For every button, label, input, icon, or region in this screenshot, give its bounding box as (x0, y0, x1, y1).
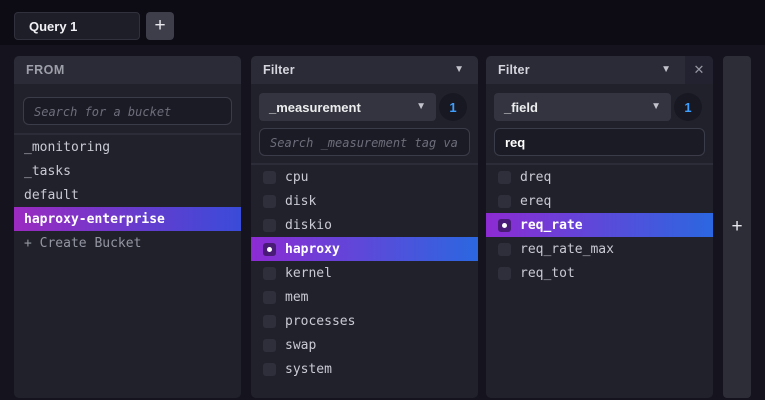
tab-query-1-label: Query 1 (29, 19, 77, 34)
chevron-down-icon: ▼ (651, 102, 661, 112)
add-filter-button[interactable]: + (723, 56, 751, 398)
field-filter-header[interactable]: Filter ▼ ✕ (486, 56, 713, 84)
tag-value-list-item[interactable]: mem (251, 285, 478, 309)
from-panel-title: FROM (26, 63, 65, 77)
measurement-filter-title: Filter (263, 63, 295, 77)
remove-filter-button[interactable]: ✕ (685, 56, 713, 84)
tag-value-list-item[interactable]: ereq (486, 189, 713, 213)
measurement-filter-header[interactable]: Filter ▼ (251, 56, 478, 84)
checkbox-icon[interactable] (498, 195, 511, 208)
create-bucket-button[interactable]: + Create Bucket (14, 231, 241, 255)
tag-value-list-item[interactable]: swap (251, 333, 478, 357)
selected-count-badge: 1 (439, 93, 467, 121)
tag-value-list-item[interactable]: system (251, 357, 478, 381)
checkbox-icon[interactable] (263, 339, 276, 352)
measurement-filter-panel: Filter ▼ _measurement ▼ 1 cpu disk diskio h… (251, 56, 478, 398)
bucket-list-item[interactable]: default (14, 183, 241, 207)
bucket-list-item[interactable]: _tasks (14, 159, 241, 183)
bucket-list-item[interactable]: haproxy-enterprise (14, 207, 241, 231)
tag-key-dropdown[interactable]: _field ▼ (494, 93, 671, 121)
bucket-list-item[interactable]: _monitoring (14, 135, 241, 159)
chevron-down-icon: ▼ (416, 102, 426, 112)
checkbox-icon[interactable] (498, 171, 511, 184)
tag-value-label: disk (285, 194, 316, 209)
tag-value-label: swap (285, 338, 316, 353)
tab-query-1[interactable]: Query 1 (14, 12, 140, 40)
tag-value-list-item[interactable]: disk (251, 189, 478, 213)
checkbox-icon[interactable] (263, 195, 276, 208)
tag-value-list-item[interactable]: kernel (251, 261, 478, 285)
checkbox-icon[interactable] (263, 315, 276, 328)
tag-key-dropdown[interactable]: _measurement ▼ (259, 93, 436, 121)
bucket-search-input[interactable] (23, 97, 232, 125)
checkbox-icon[interactable] (498, 219, 511, 232)
tag-value-list-item[interactable]: processes (251, 309, 478, 333)
tag-value-label: req_tot (520, 266, 575, 281)
checkbox-icon[interactable] (498, 267, 511, 280)
tag-value-label: system (285, 362, 332, 377)
from-panel-header: FROM (14, 56, 241, 84)
bucket-list: _monitoring_tasksdefaulthaproxy-enterpri… (14, 135, 241, 398)
tag-value-label: diskio (285, 218, 332, 233)
tag-value-list-item[interactable]: haproxy (251, 237, 478, 261)
field-search-input[interactable] (494, 128, 705, 156)
checkbox-icon[interactable] (263, 291, 276, 304)
tag-value-label: req_rate (520, 218, 583, 233)
tag-key-dropdown-value: _measurement (269, 100, 361, 115)
measurement-value-list: cpu disk diskio haproxy kernel mem processes sw… (251, 165, 478, 398)
from-bucket-panel: FROM _monitoring_tasksdefaulthaproxy-ent… (14, 56, 241, 398)
checkbox-icon[interactable] (263, 243, 276, 256)
tag-value-list-item[interactable]: cpu (251, 165, 478, 189)
chevron-down-icon: ▼ (454, 65, 464, 75)
tag-value-label: processes (285, 314, 355, 329)
checkbox-icon[interactable] (498, 243, 511, 256)
field-filter-title: Filter (498, 63, 530, 77)
tag-value-label: haproxy (285, 242, 340, 257)
tag-value-list-item[interactable]: diskio (251, 213, 478, 237)
tag-value-label: req_rate_max (520, 242, 614, 257)
tag-value-list-item[interactable]: req_tot (486, 261, 713, 285)
tag-value-list-item[interactable]: dreq (486, 165, 713, 189)
tag-value-label: kernel (285, 266, 332, 281)
checkbox-icon[interactable] (263, 219, 276, 232)
plus-icon: + (731, 216, 742, 238)
checkbox-icon[interactable] (263, 171, 276, 184)
tag-value-label: mem (285, 290, 308, 305)
plus-icon: + (154, 15, 165, 37)
tag-key-dropdown-value: _field (504, 100, 538, 115)
add-query-button[interactable]: + (146, 12, 174, 40)
tag-value-label: cpu (285, 170, 308, 185)
tag-value-label: ereq (520, 194, 551, 209)
field-value-list: dreq ereq req_rate req_rate_max req_tot (486, 165, 713, 398)
tag-value-list-item[interactable]: req_rate_max (486, 237, 713, 261)
field-filter-panel: Filter ▼ ✕ _field ▼ 1 dreq ereq req_ratere… (486, 56, 713, 398)
tag-value-list-item[interactable]: req_rate (486, 213, 713, 237)
close-icon: ✕ (694, 62, 705, 78)
query-tab-bar: Query 1 + (0, 0, 765, 45)
checkbox-icon[interactable] (263, 363, 276, 376)
chevron-down-icon: ▼ (661, 65, 671, 75)
measurement-search-input[interactable] (259, 128, 470, 156)
tag-value-label: dreq (520, 170, 551, 185)
checkbox-icon[interactable] (263, 267, 276, 280)
selected-count-badge: 1 (674, 93, 702, 121)
